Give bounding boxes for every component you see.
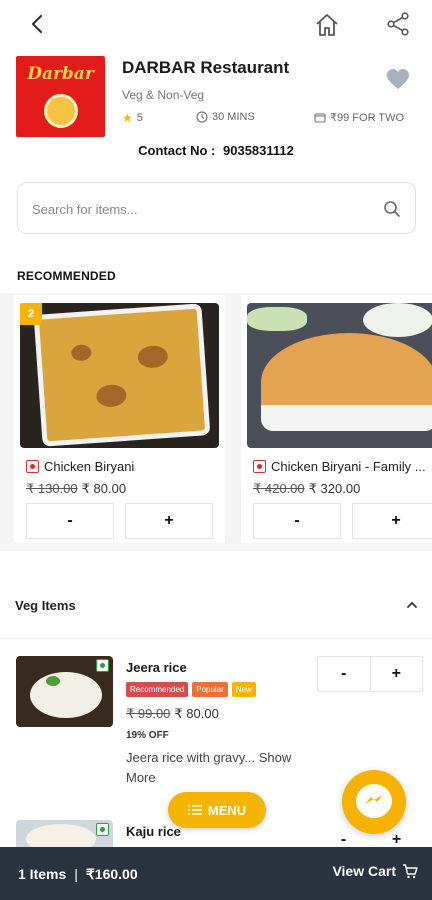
chicken-biryani-family-image [247,303,432,448]
original-price: ₹ 130.00 [26,481,78,496]
tag-recommended: Recommended [126,682,189,697]
menu-button-label: MENU [207,802,247,818]
cart-separator: | [74,866,78,882]
increase-button[interactable]: + [371,657,423,691]
increase-button[interactable]: + [352,503,432,539]
search-icon[interactable] [383,200,401,218]
rating: ★ 5 [122,111,143,125]
logo-plate-image [44,94,78,128]
delivery-time: 30 MINS [196,111,255,123]
delivery-time-value: 30 MINS [212,111,255,123]
item-description[interactable]: Jeera rice with gravy... Show More [126,748,311,788]
non-veg-icon [253,460,266,473]
logo-text: Darbar [27,64,94,84]
item-price: ₹ 130.00 ₹ 80.00 [26,481,126,497]
view-cart-label: View Cart [332,863,396,879]
discounted-price: ₹ 320.00 [308,481,361,496]
item-name: Chicken Biryani - Family ... [271,459,426,474]
decrease-button[interactable]: - [253,503,341,539]
menu-button[interactable]: MENU [168,792,266,828]
restaurant-logo: Darbar [16,56,105,137]
non-veg-icon [26,460,39,473]
recommended-card[interactable]: 2 Chicken Biryani ₹ 130.00 ₹ 80.00 - + [14,295,225,543]
original-price: ₹ 99.00 [126,706,171,721]
item-name: Jeera rice [126,660,187,675]
search-box [17,182,416,234]
increase-button[interactable]: + [125,503,213,539]
decrease-button[interactable]: - [318,657,370,691]
section-title: Veg Items [15,598,76,613]
restaurant-header: Darbar DARBAR Restaurant Veg & Non-Veg ★… [16,56,416,140]
restaurant-type: Veg & Non-Veg [122,88,205,102]
search-input[interactable] [32,197,362,221]
contact-number[interactable]: 9035831112 [223,143,294,158]
list-icon [187,805,202,815]
cart-total: ₹160.00 [85,866,138,882]
tag-new: New [231,682,256,697]
veg-items-header[interactable]: Veg Items [0,586,432,626]
item-tags: Recommended Popular New [126,682,256,697]
cart-summary: 1 Items | ₹160.00 [18,866,138,883]
discounted-price: ₹ 80.00 [81,481,127,496]
messenger-bolt-icon [365,795,383,804]
divider [0,638,432,639]
rating-value: 5 [136,112,143,124]
share-icon[interactable] [386,12,410,36]
quantity-stepper: - + [317,656,423,692]
star-icon: ★ [122,111,133,125]
chicken-biryani-image [20,303,219,448]
item-name: Chicken Biryani [44,459,135,474]
top-bar [0,0,432,48]
home-icon[interactable] [314,12,340,38]
cart-item-count: 1 Items [18,866,67,882]
wallet-icon [314,113,326,123]
original-price: ₹ 420.00 [253,481,305,496]
discounted-price: ₹ 80.00 [174,706,219,721]
cart-icon [403,863,418,878]
favorite-heart-icon[interactable] [386,68,410,90]
clock-icon [196,111,208,123]
cost-value: ₹99 FOR TWO [330,112,405,124]
item-price: ₹ 99.00 ₹ 80.00 [126,706,219,722]
recommended-card[interactable]: Chicken Biryani - Family ... ₹ 420.00 ₹ 3… [241,295,432,543]
contact-info: Contact No : 9035831112 [0,143,432,158]
item-price: ₹ 420.00 ₹ 320.00 [253,481,360,497]
cost-for-two: ₹99 FOR TWO [314,111,404,124]
back-arrow-icon[interactable] [26,12,50,36]
chevron-up-icon[interactable] [406,599,418,611]
recommended-carousel[interactable]: 2 Chicken Biryani ₹ 130.00 ₹ 80.00 - + Ch… [0,293,432,551]
veg-icon [96,659,109,672]
contact-label: Contact No : [138,143,216,158]
restaurant-name: DARBAR Restaurant [122,58,290,77]
decrease-button[interactable]: - [26,503,114,539]
recommended-title: RECOMMENDED [17,269,116,283]
cart-bar: 1 Items | ₹160.00 View Cart [0,847,432,900]
view-cart-button[interactable]: View Cart [332,863,418,879]
rank-badge: 2 [20,303,42,325]
item-name: Kaju rice [126,824,181,839]
veg-icon [96,823,109,836]
messenger-chat-button[interactable] [342,770,406,834]
tag-popular: Popular [192,682,228,697]
discount-label: 19% OFF [126,730,169,741]
